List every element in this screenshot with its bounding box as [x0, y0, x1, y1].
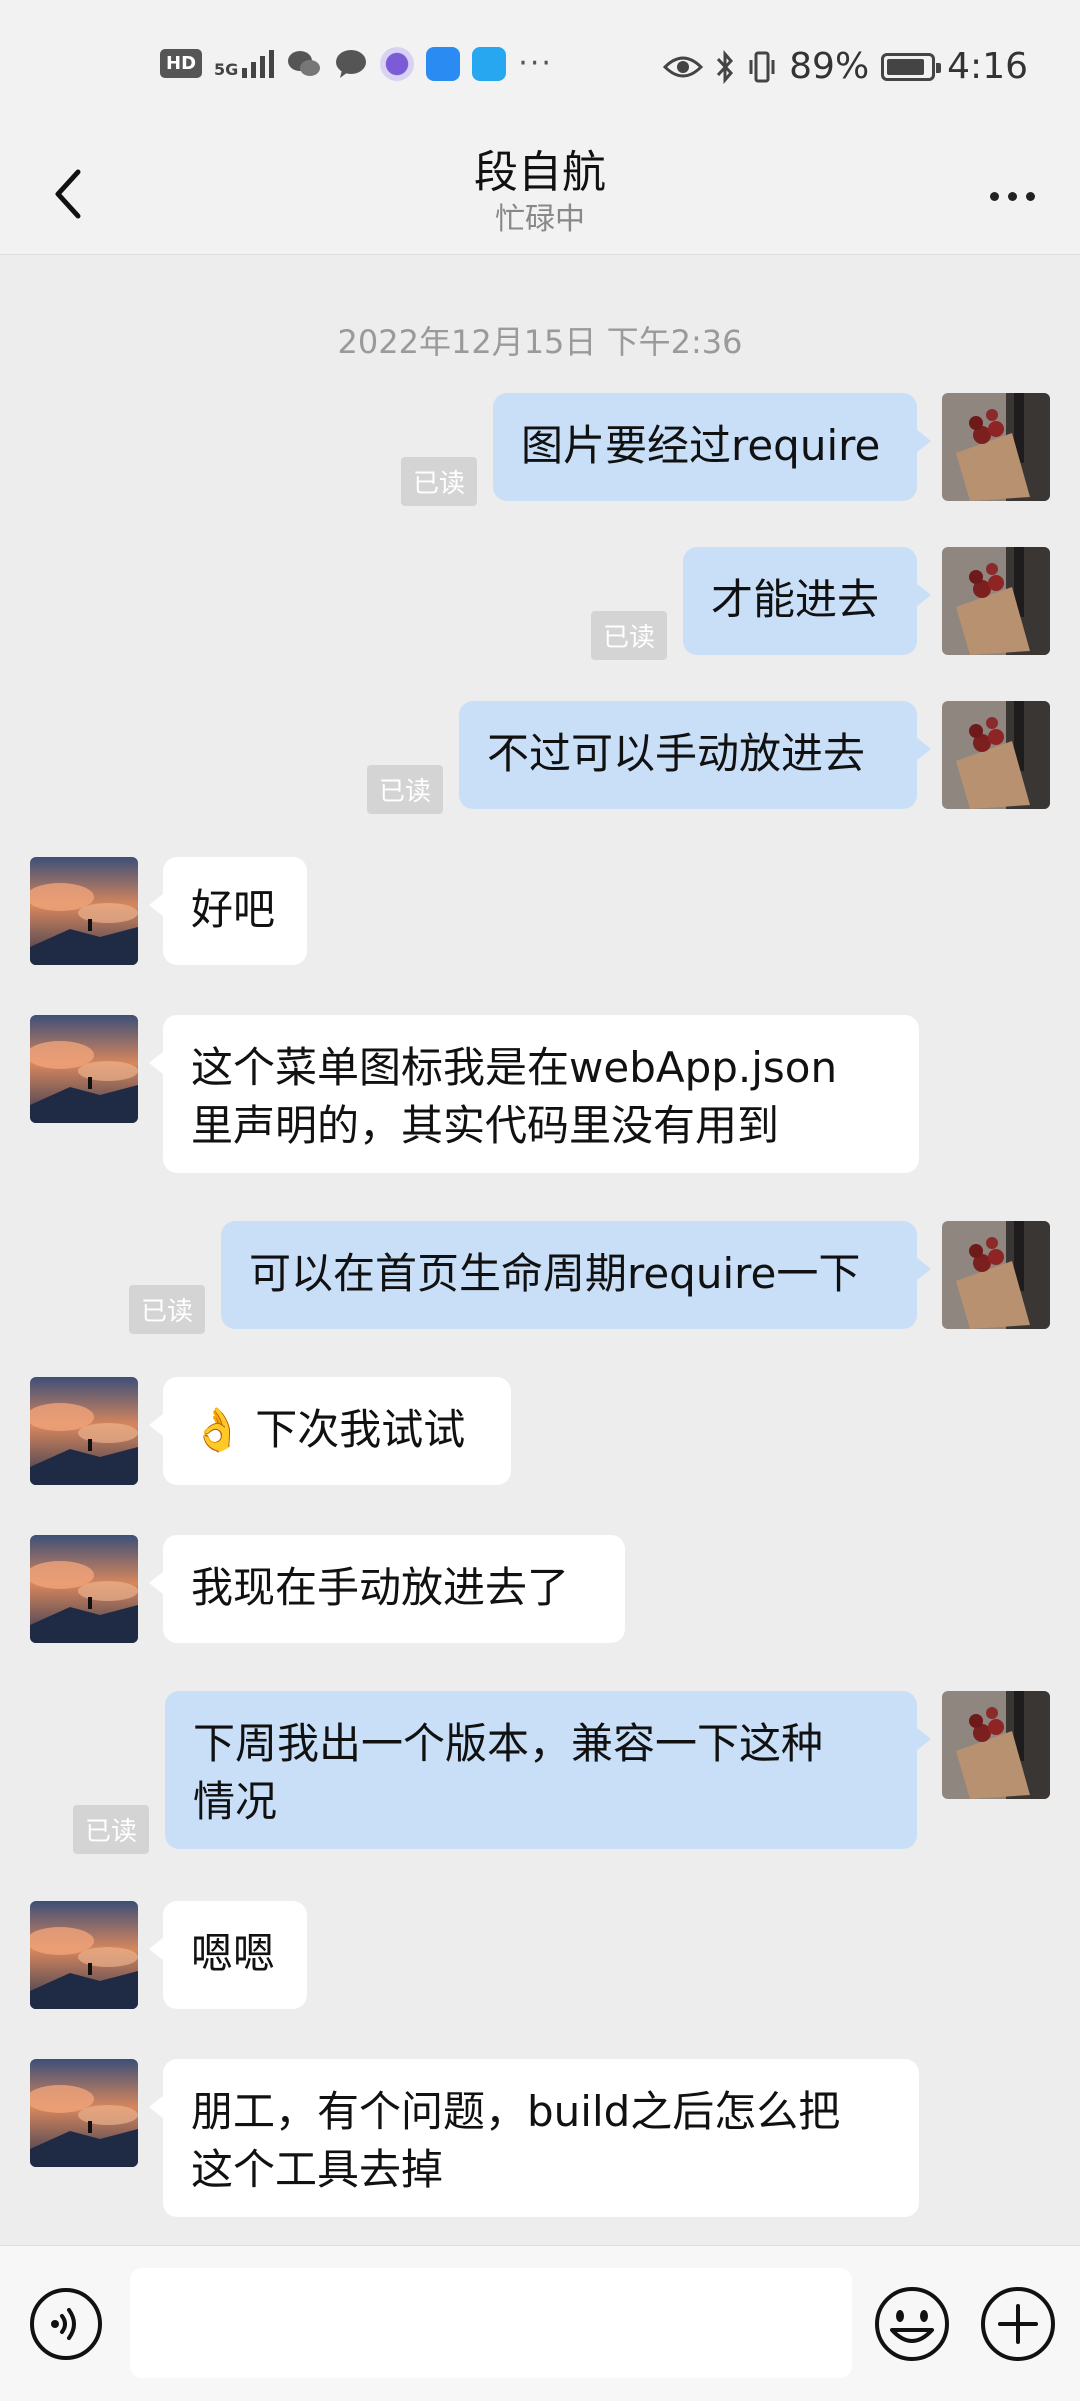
- more-notifications-icon: ···: [518, 46, 553, 81]
- incoming-bubble[interactable]: 嗯嗯: [149, 1901, 307, 2009]
- contact-avatar[interactable]: [30, 2059, 138, 2167]
- message-text: 下周我出一个版本，兼容一下这种: [193, 1719, 824, 1768]
- message-text: 朋工，有个问题，build之后怎么把: [191, 2087, 841, 2136]
- contact-status: 忙碌中: [495, 202, 585, 237]
- my-avatar[interactable]: [942, 393, 1050, 501]
- read-receipt-badge: 已读: [366, 765, 443, 814]
- chat-header: 段自航 忙碌中: [0, 130, 1080, 255]
- outgoing-bubble[interactable]: 图片要经过require: [493, 393, 931, 501]
- chat-timestamp: 2022年12月15日 下午2:36: [337, 323, 743, 361]
- avatar-sky: [30, 857, 138, 965]
- message-text: 不过可以手动放进去: [487, 729, 866, 778]
- more-dots-icon: [989, 191, 999, 201]
- message-text: 嗯嗯: [191, 1929, 276, 1978]
- wechat-icon: [288, 50, 321, 76]
- message-icon: [336, 49, 367, 78]
- contact-avatar[interactable]: [30, 1535, 138, 1643]
- message-text: 这个菜单图标我是在webApp.json: [191, 1043, 838, 1092]
- contact-avatar[interactable]: [30, 1901, 138, 2009]
- battery-percent: 89%: [789, 46, 870, 87]
- avatar-flowers: [942, 547, 1050, 655]
- status-bar: HD 5G ··· 89% 4:16: [0, 0, 1080, 130]
- eye-icon: [663, 56, 704, 77]
- message-text: 下次我试试: [255, 1405, 466, 1454]
- contact-avatar[interactable]: [30, 1377, 138, 1485]
- message-text: 图片要经过require: [521, 421, 881, 470]
- avatar-sky: [30, 1535, 138, 1643]
- incoming-bubble[interactable]: 这个菜单图标我是在webApp.json 里声明的，其实代码里没有用到: [149, 1015, 919, 1173]
- my-avatar[interactable]: [942, 547, 1050, 655]
- input-bar: [0, 2245, 1080, 2401]
- search-app-icon: [472, 46, 507, 81]
- my-avatar[interactable]: [942, 1691, 1050, 1799]
- incoming-bubble[interactable]: 我现在手动放进去了: [149, 1535, 625, 1643]
- network-type: 5G: [214, 59, 239, 79]
- avatar-sky: [30, 2059, 138, 2167]
- message-text: 情况: [193, 1777, 278, 1826]
- hd-icon: HD: [160, 49, 203, 78]
- bluetooth-icon: [717, 49, 734, 84]
- read-receipt-badge: 已读: [128, 1285, 205, 1334]
- contact-avatar[interactable]: [30, 857, 138, 965]
- message-text: 这个工具去掉: [191, 2145, 444, 2194]
- emoji-button[interactable]: [872, 2284, 952, 2364]
- avatar-sky: [30, 1015, 138, 1123]
- outgoing-bubble[interactable]: 下周我出一个版本，兼容一下这种 情况: [165, 1691, 931, 1849]
- avatar-flowers: [942, 393, 1050, 501]
- more-button[interactable]: [972, 166, 1052, 226]
- contact-avatar[interactable]: [30, 1015, 138, 1123]
- avatar-flowers: [942, 701, 1050, 809]
- avatar-flowers: [942, 1691, 1050, 1799]
- message-text: 我现在手动放进去了: [191, 1563, 570, 1612]
- incoming-bubble[interactable]: 👌 下次我试试: [149, 1377, 511, 1485]
- incoming-bubble[interactable]: 朋工，有个问题，build之后怎么把 这个工具去掉: [149, 2059, 919, 2217]
- battery-icon: [881, 52, 942, 81]
- weather-app-icon: [426, 46, 461, 81]
- avatar-flowers: [942, 1221, 1050, 1329]
- my-avatar[interactable]: [942, 1221, 1050, 1329]
- avatar-sky: [30, 1901, 138, 2009]
- clock: 4:16: [947, 46, 1028, 87]
- signal-icon: 5G: [214, 49, 275, 79]
- voice-button[interactable]: [28, 2286, 104, 2362]
- contact-name: 段自航: [474, 147, 606, 198]
- incoming-bubble[interactable]: 好吧: [149, 857, 307, 965]
- emoji-icon: [875, 2287, 949, 2361]
- plus-icon: [981, 2287, 1055, 2361]
- read-receipt-badge: 已读: [400, 457, 477, 506]
- outgoing-bubble[interactable]: 可以在首页生命周期require一下: [221, 1221, 931, 1329]
- message-text: 可以在首页生命周期require一下: [249, 1249, 861, 1298]
- voice-icon: [30, 2288, 102, 2360]
- avatar-sky: [30, 1377, 138, 1485]
- message-text: 好吧: [191, 885, 276, 934]
- message-input[interactable]: [130, 2268, 852, 2378]
- vibrate-icon: [749, 51, 775, 82]
- outgoing-bubble[interactable]: 不过可以手动放进去: [459, 701, 931, 809]
- message-text: 才能进去: [711, 575, 880, 624]
- status-left: HD 5G ···: [160, 46, 553, 81]
- my-avatar[interactable]: [942, 701, 1050, 809]
- read-receipt-badge: 已读: [72, 1805, 149, 1854]
- message-text: 里声明的，其实代码里没有用到: [191, 1101, 780, 1150]
- outgoing-bubble[interactable]: 才能进去: [683, 547, 931, 655]
- status-right: 89% 4:16: [663, 46, 1028, 87]
- plus-button[interactable]: [978, 2284, 1058, 2364]
- read-receipt-badge: 已读: [590, 611, 667, 660]
- app-purple-icon: [380, 46, 415, 81]
- chat-area[interactable]: 2022年12月15日 下午2:36 图片要经过require 已读 才能进去 已读不…: [0, 255, 1080, 2245]
- ok-hand-emoji: 👌: [191, 1405, 244, 1454]
